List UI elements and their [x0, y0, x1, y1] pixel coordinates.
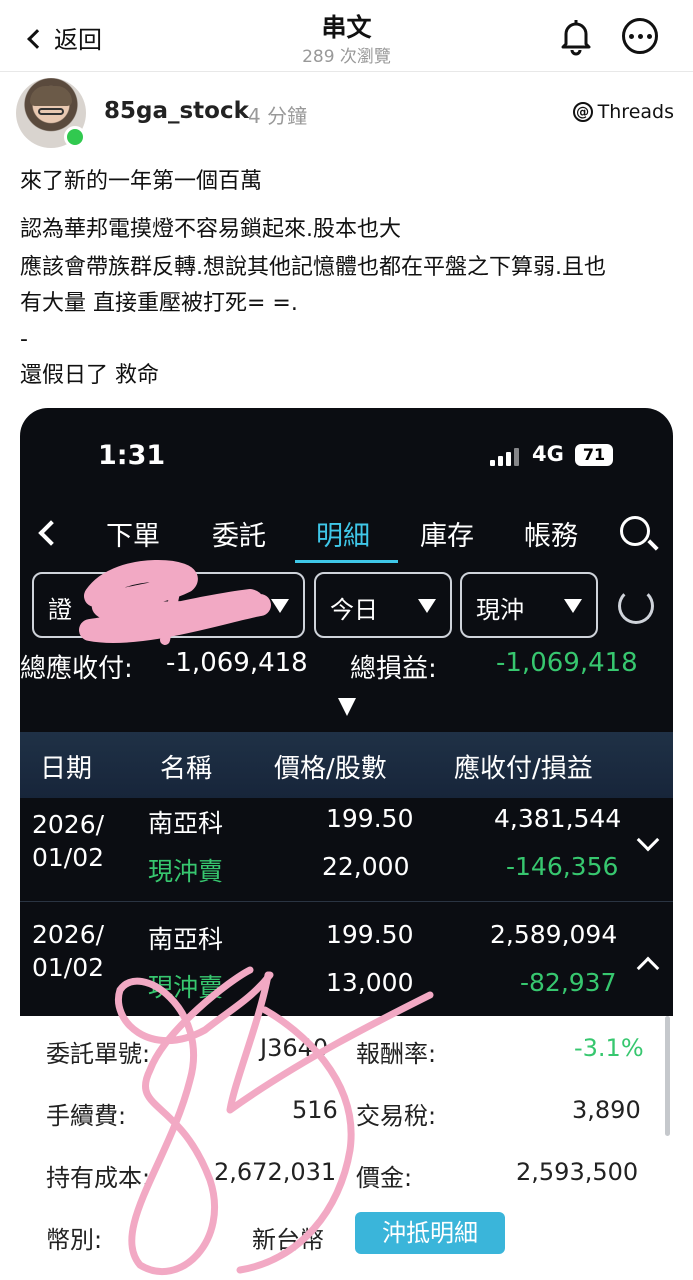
fee-label: 手續費:	[46, 1102, 127, 1130]
table-row[interactable]: 2026/01/02 南亞科 現沖賣 199.50 22,000 4,381,5…	[20, 798, 673, 902]
top-nav: 返回 串文 289 次瀏覽	[0, 0, 693, 72]
app-tab-bar: 下單 委託 明細 庫存 帳務	[20, 508, 673, 564]
column-header: 日期	[40, 754, 93, 784]
post-line: -	[20, 327, 28, 352]
post-line: 認為華邦電摸燈不容易鎖起來.股本也大	[20, 217, 401, 242]
table-row[interactable]: 2026/01/02 南亞科 現沖賣 199.50 13,000 2,589,0…	[20, 902, 673, 1006]
phone-status-bar: 1:31 4G 71	[20, 408, 673, 508]
shares: 22,000	[322, 852, 410, 881]
post-line: 來了新的一年第一個百萬	[20, 169, 263, 194]
offset-detail-button[interactable]: 沖抵明細	[355, 1212, 505, 1254]
tab-commission[interactable]: 委託	[212, 514, 266, 553]
bell-icon[interactable]	[556, 16, 596, 56]
status-time: 1:31	[98, 440, 166, 471]
price: 199.50	[326, 804, 414, 833]
signal-icon	[490, 448, 519, 466]
order-no-label: 委託單號:	[46, 1040, 151, 1068]
amount-value: 2,593,500	[516, 1158, 639, 1186]
stock-name: 南亞科	[148, 809, 224, 838]
expand-down-icon[interactable]	[338, 698, 356, 716]
threads-label: Threads	[597, 101, 674, 123]
refresh-icon[interactable]	[618, 588, 654, 624]
tax-value: 3,890	[572, 1096, 641, 1124]
chevron-left-icon[interactable]	[38, 520, 64, 546]
holding-cost-label: 持有成本:	[46, 1164, 151, 1192]
post-time: 4 分鐘	[248, 104, 308, 128]
post-line: 有大量 直接重壓被打死= =.	[20, 291, 298, 316]
total-receivable-label: 總應收付:	[20, 654, 133, 684]
total-pnl-value: -1,069,418	[496, 648, 638, 678]
total-pnl-label: 總損益:	[350, 654, 437, 684]
network-type: 4G	[532, 442, 564, 466]
type-select[interactable]: 現沖	[460, 572, 598, 638]
tab-accounts[interactable]: 帳務	[524, 514, 578, 553]
scrollbar[interactable]	[665, 1016, 670, 1136]
battery-icon: 71	[575, 444, 613, 466]
post-line: 還假日了 救命	[20, 363, 159, 388]
tax-label: 交易稅:	[356, 1102, 437, 1130]
return-rate-value: -3.1%	[574, 1034, 644, 1062]
row-date: 2026/01/02	[32, 920, 105, 982]
dropdown-arrow-icon	[418, 599, 436, 613]
currency-value: 新台幣	[252, 1226, 324, 1254]
threads-link[interactable]: @ Threads	[572, 101, 674, 123]
fee-value: 516	[292, 1096, 338, 1124]
search-icon[interactable]	[620, 516, 650, 546]
pnl: -82,937	[520, 968, 617, 997]
attached-screenshot[interactable]: 1:31 4G 71 下單 委託 明細 庫存 帳務 證 今日 現沖 總應收付: …	[20, 408, 673, 1280]
chevron-up-icon[interactable]	[636, 956, 660, 980]
online-status-dot	[64, 126, 86, 148]
column-header: 應收付/損益	[454, 754, 593, 784]
table-header: 日期 名稱 價格/股數 應收付/損益	[20, 732, 673, 798]
period-select[interactable]: 今日	[314, 572, 452, 638]
row-date: 2026/01/02	[32, 810, 105, 872]
receivable: 2,589,094	[490, 920, 618, 949]
post-line: 應該會帶族群反轉.想說其他記憶體也都在平盤之下算弱.且也	[20, 255, 606, 280]
threads-logo-icon: @	[572, 102, 593, 122]
trade-type: 現沖賣	[148, 857, 224, 886]
trade-type: 現沖賣	[148, 973, 224, 1002]
trade-detail-panel: 委託單號: J3640 報酬率: -3.1% 手續費: 516 交易稅: 3,8…	[20, 1016, 673, 1280]
currency-label: 幣別:	[46, 1226, 103, 1254]
type-select-value: 現沖	[476, 596, 524, 624]
order-no-value: J3640	[260, 1034, 329, 1062]
total-receivable-value: -1,069,418	[166, 648, 308, 678]
amount-label: 價金:	[356, 1164, 413, 1192]
dropdown-arrow-icon	[564, 599, 582, 613]
account-select[interactable]: 證	[32, 572, 305, 638]
stock-name: 南亞科	[148, 925, 224, 954]
return-rate-label: 報酬率:	[356, 1040, 437, 1068]
more-options-icon[interactable]	[622, 18, 658, 54]
account-select-value: 證	[48, 596, 72, 624]
receivable: 4,381,544	[494, 804, 622, 833]
tab-inventory[interactable]: 庫存	[420, 514, 474, 553]
tab-order[interactable]: 下單	[106, 514, 160, 553]
username[interactable]: 85ga_stock	[104, 98, 249, 124]
tab-details[interactable]: 明細	[316, 514, 370, 553]
shares: 13,000	[326, 968, 414, 997]
holding-cost-value: 2,672,031	[214, 1158, 337, 1186]
chevron-down-icon[interactable]	[636, 828, 660, 852]
dropdown-arrow-icon	[271, 599, 289, 613]
active-tab-underline	[295, 560, 398, 563]
price: 199.50	[326, 920, 414, 949]
column-header: 名稱	[160, 754, 213, 784]
period-select-value: 今日	[330, 596, 378, 624]
column-header: 價格/股數	[274, 754, 387, 784]
pnl: -146,356	[506, 852, 619, 881]
